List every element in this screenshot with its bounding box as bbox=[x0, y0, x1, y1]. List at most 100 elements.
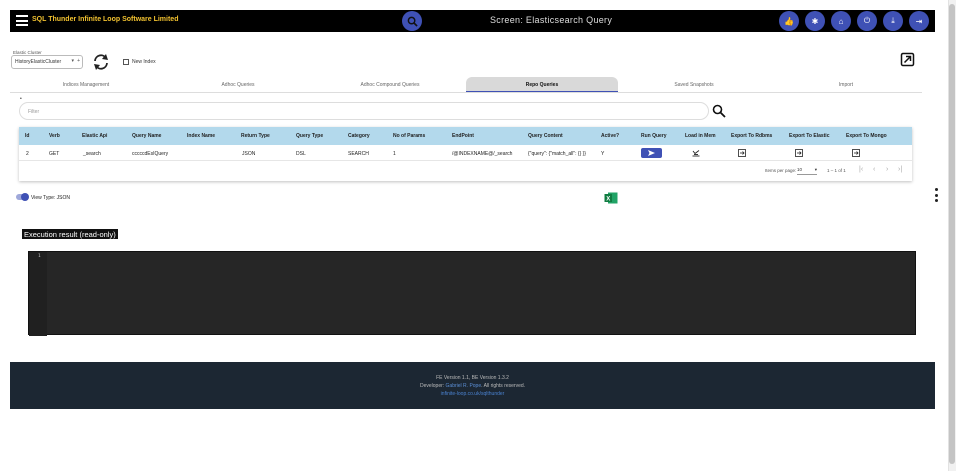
cell-elastic-api: _search bbox=[83, 151, 101, 157]
export-rdbms-icon[interactable] bbox=[738, 149, 746, 157]
column-header-query-name[interactable]: Query Name bbox=[132, 133, 161, 139]
top-bar: SQL Thunder Infinite Loop Software Limit… bbox=[10, 10, 935, 32]
send-icon bbox=[648, 150, 655, 156]
last-page-icon[interactable]: ›| bbox=[898, 166, 902, 173]
search-icon[interactable] bbox=[712, 104, 726, 118]
filter-input[interactable]: Filter bbox=[19, 102, 709, 120]
cell-query-type: DSL bbox=[296, 151, 306, 157]
tab-import[interactable]: Import bbox=[770, 77, 922, 92]
cell-return-type: JSON bbox=[242, 151, 256, 157]
tab-saved-snapshots[interactable]: Saved Snapshots bbox=[618, 77, 770, 92]
cell-query-content: {"query": {"match_all": {} }} bbox=[528, 151, 586, 157]
column-header-export-elastic: Export To Elastic bbox=[789, 133, 830, 139]
download-icon: ⤓ bbox=[891, 16, 895, 25]
cell-verb: GET bbox=[49, 151, 60, 157]
download-button[interactable]: ⤓ bbox=[883, 11, 903, 31]
next-page-icon[interactable]: › bbox=[886, 166, 888, 173]
column-header-endpoint[interactable]: EndPoint bbox=[452, 133, 474, 139]
scrollbar-thumb[interactable] bbox=[949, 4, 955, 464]
column-header-index-name[interactable]: Index Name bbox=[187, 133, 215, 139]
export-elastic-icon[interactable] bbox=[795, 149, 803, 157]
search-icon bbox=[407, 16, 418, 27]
refresh-icon[interactable] bbox=[91, 52, 111, 72]
footer: FE Version 1.1, BE Version 1.3.2 Develop… bbox=[10, 362, 935, 409]
asterisk-button[interactable]: ✱ bbox=[805, 11, 825, 31]
developer-link[interactable]: Gabriel R. Pope bbox=[446, 383, 482, 389]
column-header-no-of-params[interactable]: No of Params bbox=[393, 133, 425, 139]
column-header-category[interactable]: Category bbox=[348, 133, 370, 139]
column-header-elastic-api[interactable]: Elastic Api bbox=[82, 133, 107, 139]
app-title: SQL Thunder Infinite Loop Software Limit… bbox=[32, 16, 179, 23]
excel-icon[interactable]: X bbox=[604, 192, 618, 204]
column-header-run-query: Run Query bbox=[641, 133, 667, 139]
checkbox-icon bbox=[123, 59, 129, 65]
previous-page-icon[interactable]: ‹ bbox=[873, 166, 875, 173]
logout-icon: ⇥ bbox=[915, 16, 923, 26]
tab-indices-management[interactable]: Indices Management bbox=[10, 77, 162, 92]
rights-text: . All rights reserved. bbox=[481, 383, 526, 389]
chevron-down-icon: ▾ bbox=[814, 167, 817, 172]
home-icon: ⌂ bbox=[838, 16, 844, 26]
tab-adhoc-queries[interactable]: Adhoc Queries bbox=[162, 77, 314, 92]
column-header-active[interactable]: Active? bbox=[601, 133, 619, 139]
new-index-label: New Index bbox=[132, 59, 156, 65]
new-index-checkbox[interactable]: New Index bbox=[123, 59, 156, 65]
column-header-query-type[interactable]: Query Type bbox=[296, 133, 323, 139]
home-button[interactable]: ⌂ bbox=[831, 11, 851, 31]
column-header-query-content[interactable]: Query Content bbox=[528, 133, 563, 139]
tab-repo-queries[interactable]: Repo Queries bbox=[466, 77, 618, 92]
more-options-icon[interactable] bbox=[934, 188, 938, 202]
power-icon: ⏻ bbox=[863, 16, 871, 25]
global-search-button[interactable] bbox=[402, 11, 422, 31]
table-header: Id Verb Elastic Api Query Name Index Nam… bbox=[19, 127, 912, 145]
version-text: FE Version 1.1, BE Version 1.3.2 bbox=[436, 375, 509, 381]
result-editor[interactable]: 1 bbox=[28, 251, 916, 336]
view-type-label: View Type: JSON bbox=[31, 195, 70, 201]
page-range: 1 – 1 of 1 bbox=[827, 168, 846, 173]
column-header-export-rdbms: Export To Rdbms bbox=[731, 133, 773, 139]
svg-text:X: X bbox=[606, 196, 610, 202]
cell-category: SEARCH bbox=[348, 151, 369, 157]
run-query-button[interactable] bbox=[641, 148, 662, 158]
cluster-select[interactable]: HistoryElasticCluster ▾ + bbox=[11, 55, 83, 69]
view-type-toggle[interactable] bbox=[16, 193, 29, 201]
cell-active: Y bbox=[601, 151, 605, 157]
column-header-return-type[interactable]: Return Type bbox=[241, 133, 270, 139]
like-button[interactable]: 👍 bbox=[779, 11, 799, 31]
line-number: 1 bbox=[38, 254, 41, 259]
items-per-page-value: 10 bbox=[797, 167, 803, 172]
top-actions: 👍 ✱ ⌂ ⏻ ⤓ ⇥ bbox=[779, 11, 929, 31]
column-header-verb[interactable]: Verb bbox=[49, 133, 60, 139]
tab-bar: Indices Management Adhoc Queries Adhoc C… bbox=[10, 77, 922, 93]
add-cluster-icon[interactable]: + bbox=[77, 58, 80, 64]
column-header-load-in-mem: Load in Mem bbox=[685, 133, 716, 139]
toggle-knob bbox=[21, 193, 29, 201]
app-frame: SQL Thunder Infinite Loop Software Limit… bbox=[0, 0, 956, 471]
thumbs-up-icon: 👍 bbox=[784, 16, 794, 26]
items-per-page-select[interactable]: 10 ▾ bbox=[797, 167, 817, 175]
column-header-id[interactable]: Id bbox=[25, 133, 29, 139]
first-page-icon[interactable]: |‹ bbox=[859, 166, 863, 173]
column-header-export-mongo: Export To Mongo bbox=[846, 133, 887, 139]
execution-result-label: Execution result (read-only) bbox=[22, 229, 118, 239]
developer-line: Developer: Gabriel R. Pope. All rights r… bbox=[10, 383, 935, 389]
cell-endpoint: /@INDEXNAME@/_search bbox=[452, 151, 513, 157]
load-in-memory-icon[interactable] bbox=[692, 149, 700, 157]
export-mongo-icon[interactable] bbox=[852, 149, 860, 157]
cell-no-of-params: 1 bbox=[393, 151, 396, 157]
open-in-new-icon[interactable] bbox=[900, 52, 915, 67]
cluster-value: HistoryElasticCluster bbox=[15, 59, 62, 65]
asterisk-icon: ✱ bbox=[811, 16, 819, 26]
menu-icon[interactable] bbox=[16, 15, 28, 26]
logout-button[interactable]: ⇥ bbox=[909, 11, 929, 31]
repo-queries-table: Id Verb Elastic Api Query Name Index Nam… bbox=[19, 127, 912, 181]
website-link[interactable]: infinite-loop.co.uk/sqlthunder bbox=[10, 391, 935, 397]
power-button[interactable]: ⏻ bbox=[857, 11, 877, 31]
tab-adhoc-compound-queries[interactable]: Adhoc Compound Queries bbox=[314, 77, 466, 92]
screen-title: Screen: Elasticsearch Query bbox=[490, 15, 613, 25]
table-row[interactable]: 2 GET _search cccccdEsIQuery JSON DSL SE… bbox=[19, 145, 912, 161]
cell-id: 2 bbox=[26, 151, 29, 157]
editor-gutter bbox=[29, 252, 47, 336]
vertical-scrollbar[interactable] bbox=[948, 0, 956, 471]
items-per-page-label: Items per page: bbox=[765, 168, 797, 173]
